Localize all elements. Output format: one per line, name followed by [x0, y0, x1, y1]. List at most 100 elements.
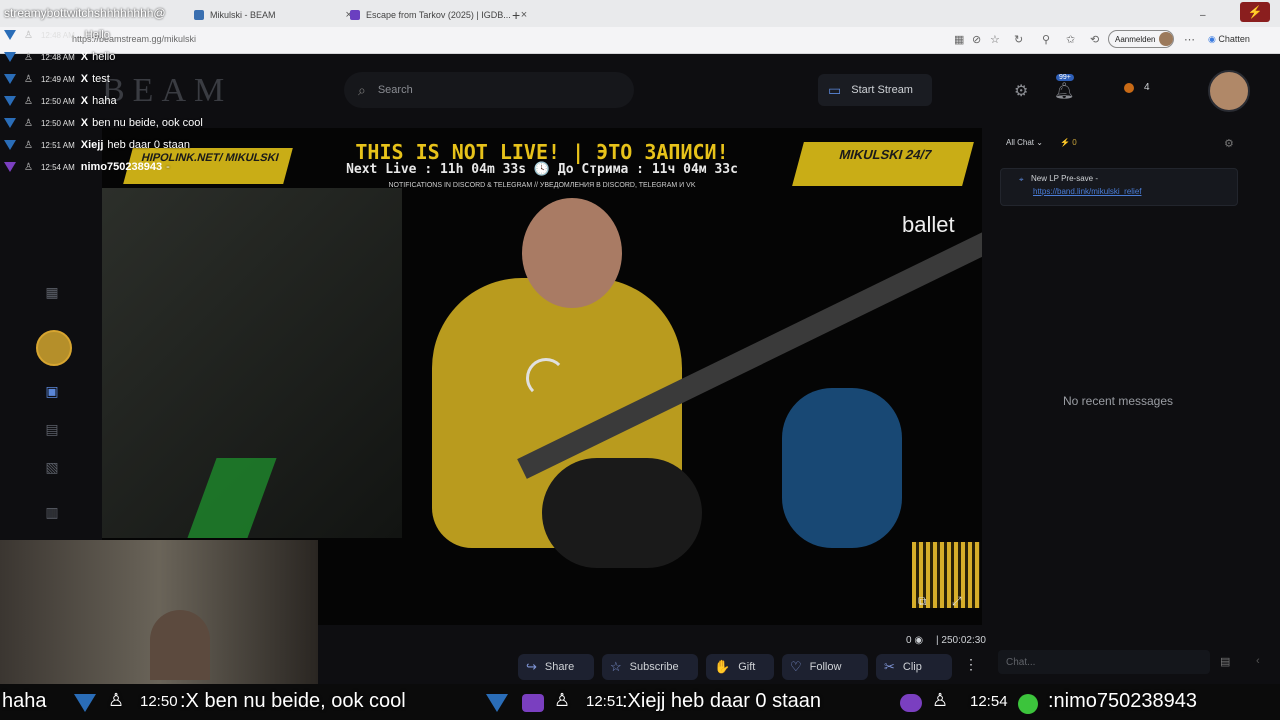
emote-icon[interactable]: ▤	[1220, 655, 1230, 668]
video-camera-icon: ▭	[828, 81, 842, 98]
chat-input[interactable]: Chat...	[998, 650, 1210, 674]
favorites-icon[interactable]: ✩	[1066, 33, 1075, 46]
collapse-chat-icon[interactable]: ‹	[1256, 655, 1260, 667]
coin-balance[interactable]: 4	[1124, 82, 1150, 93]
viewer-count: 0 ◉	[906, 635, 923, 646]
start-stream-button[interactable]: ▭ Start Stream	[818, 74, 932, 106]
streamer-logo-icon: ⚡	[1240, 2, 1270, 22]
favorite-star-icon[interactable]: ☆	[990, 33, 1000, 46]
share-button[interactable]: ↪ Share	[518, 654, 594, 680]
store-icon[interactable]: ▥	[42, 502, 62, 522]
message-time: 12:48 AM	[40, 30, 75, 40]
ticker-time: 12:50	[140, 693, 178, 710]
eye-icon: ◉	[914, 635, 924, 646]
pinned-link[interactable]: https://band.link/mikulski_relief	[1033, 187, 1142, 196]
webcam-person	[150, 610, 210, 680]
message-time: 12:48 AM	[40, 52, 75, 62]
viewer-count-value: 0	[906, 635, 912, 646]
more-menu-icon[interactable]: ⋯	[1184, 33, 1195, 46]
message-author: X	[80, 117, 89, 129]
message-text: heb daar 0 staan	[107, 139, 190, 151]
tab-tarkov[interactable]: Escape from Tarkov (2025) | IGDB... ×	[350, 4, 527, 26]
extensions-icon[interactable]: ⚲	[1042, 33, 1050, 46]
shield-icon	[4, 74, 16, 84]
message-time: 12:50 AM	[40, 118, 75, 128]
clips-icon[interactable]: ▧	[42, 457, 62, 477]
list-item: ♙ 12:54 AM nimo750238943-	[0, 158, 170, 176]
signin-label: Aanmelden	[1115, 34, 1156, 44]
profile-avatar[interactable]	[1208, 70, 1250, 112]
message-text: hello	[92, 51, 116, 63]
new-tab-button[interactable]: +	[512, 4, 520, 26]
stream-timer: | 250:02:30	[936, 635, 986, 646]
ticker-text: haha	[2, 690, 47, 712]
search-icon: ⌕	[358, 81, 366, 98]
message-author: Xiejj	[80, 139, 104, 151]
copilot-label: Chatten	[1218, 34, 1250, 44]
loading-spinner-icon	[526, 358, 566, 398]
refresh-icon[interactable]: ↻	[1014, 33, 1023, 46]
copilot-button[interactable]: ◉ Chatten	[1208, 34, 1250, 45]
tracking-icon[interactable]: ⊘	[972, 33, 981, 46]
user-icon: ♙	[24, 139, 33, 151]
message-author: nimo750238943	[80, 161, 163, 173]
user-icon: ♙	[108, 690, 125, 710]
followed-channel-avatar[interactable]	[36, 330, 72, 366]
gift-button[interactable]: ✋ Gift	[706, 654, 774, 680]
ticker-text: :Xiejj heb daar 0 staan	[622, 690, 822, 712]
ticker-time: 12:54	[970, 693, 1008, 710]
list-item: ♙ 12:50 AM Xben nu beide, ook cool	[0, 114, 203, 132]
user-icon: ♙	[24, 95, 33, 107]
ticker-text: :X ben nu beide, ook cool	[180, 690, 406, 712]
message-author: X	[80, 73, 89, 85]
list-item: ♙ 12:48 AM Xhello	[0, 48, 115, 66]
history-icon[interactable]: ⟲	[1090, 33, 1099, 46]
message-text: haha	[92, 95, 117, 107]
user-icon: ♙	[554, 690, 571, 710]
subscribe-button[interactable]: ☆ Subscribe	[602, 654, 698, 680]
share-icon: ↪	[526, 659, 537, 674]
shield-icon	[4, 30, 16, 40]
signin-button[interactable]: Aanmelden	[1108, 30, 1174, 48]
browse-grid-icon[interactable]: ▦	[42, 282, 62, 302]
clip-button[interactable]: ✂ Clip	[876, 654, 952, 680]
heart-icon: ♡	[790, 659, 802, 674]
minimize-icon[interactable]: –	[1200, 4, 1206, 26]
user-icon: ♙	[24, 29, 33, 41]
badge-icon	[1018, 694, 1038, 714]
profiles-icon[interactable]: ▤	[42, 419, 62, 439]
gift-label: Gift	[738, 661, 756, 673]
chat-count: ⚡ 0	[1060, 138, 1077, 147]
close-tab-icon[interactable]: ×	[521, 9, 527, 21]
notification-badge: 99+	[1056, 74, 1074, 81]
copilot-icon: ◉	[1208, 34, 1216, 44]
reader-icon[interactable]: ▦	[954, 33, 964, 46]
shield-icon	[74, 694, 96, 712]
settings-gear-icon[interactable]: ⚙	[1014, 81, 1028, 101]
message-time: 12:51 AM	[40, 140, 75, 150]
video-scene	[542, 458, 702, 568]
chat-settings-icon[interactable]: ⚙	[1224, 137, 1234, 150]
list-item: ♙ 12:49 AM Xtest	[0, 70, 110, 88]
igdb-favicon-icon	[350, 10, 360, 20]
message-time: 12:54 AM	[40, 162, 75, 172]
chat-count-value: 0	[1072, 138, 1077, 147]
search-input[interactable]: ⌕ Search	[344, 72, 634, 108]
more-options-icon[interactable]: ⋮	[964, 656, 978, 673]
pin-icon: ⌖	[1019, 175, 1024, 184]
fullscreen-icon[interactable]: ⤢	[952, 594, 962, 609]
gift-icon: ✋	[714, 659, 731, 674]
user-icon: ♙	[932, 690, 949, 710]
shield-icon	[4, 96, 16, 106]
follow-button[interactable]: ♡ Follow	[782, 654, 868, 680]
shield-icon	[4, 140, 16, 150]
notification-bell-icon[interactable]: 🔔︎	[1054, 81, 1074, 101]
chat-ticker: haha ♙ 12:50 :X ben nu beide, ook cool ♙…	[0, 684, 1280, 720]
streams-icon[interactable]: ▣	[42, 381, 62, 401]
twitch-icon	[522, 694, 544, 712]
share-label: Share	[544, 661, 575, 673]
chat-empty-state: No recent messages	[1062, 394, 1174, 408]
chat-filter-dropdown[interactable]: All Chat ⌄	[1006, 138, 1043, 147]
message-time: 12:50 AM	[40, 96, 75, 106]
popout-icon[interactable]: ⧉	[918, 594, 927, 609]
